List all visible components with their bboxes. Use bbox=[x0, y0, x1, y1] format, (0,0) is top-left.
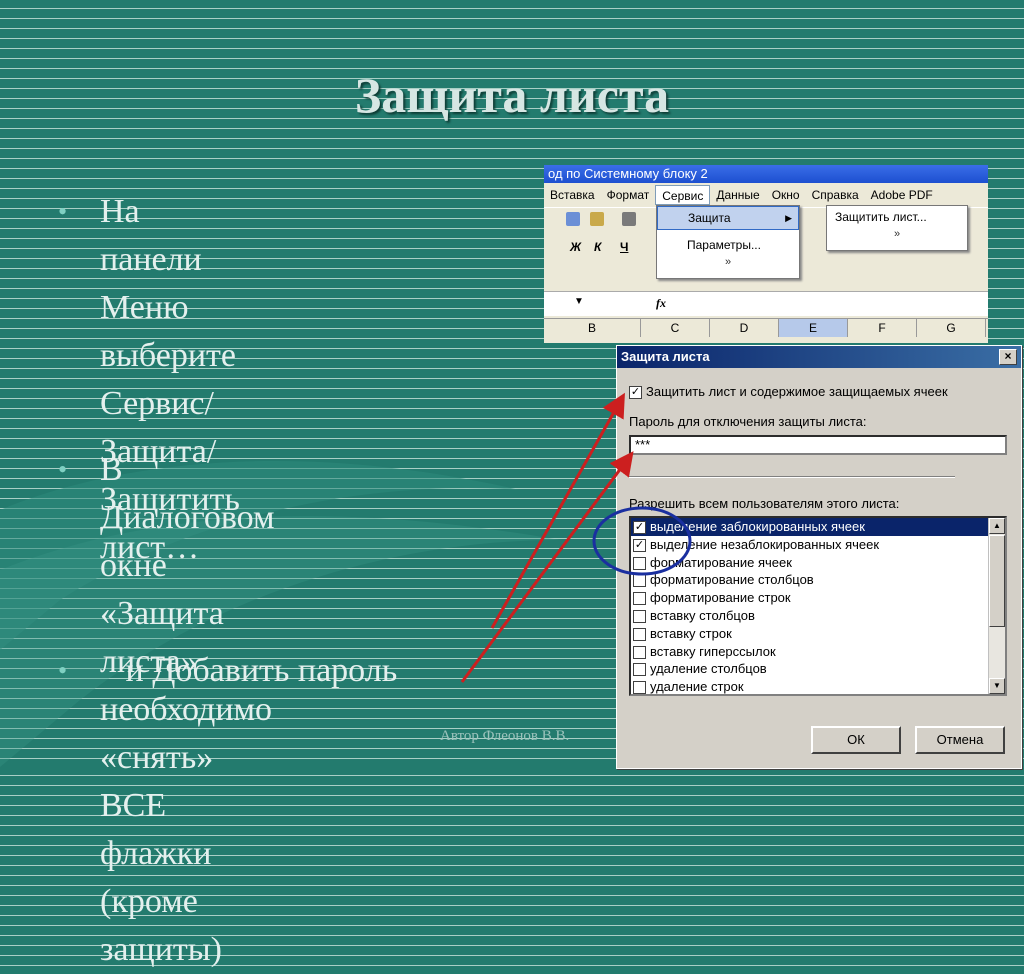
research-icon[interactable] bbox=[590, 212, 604, 226]
bullet-dot: • bbox=[58, 656, 68, 685]
permission-checkbox[interactable] bbox=[633, 681, 646, 694]
menu-item-options[interactable]: Параметры... bbox=[657, 234, 799, 256]
menu-item-protect-sheet[interactable]: Защитить лист... bbox=[827, 206, 967, 228]
protection-submenu: Защитить лист... » bbox=[826, 205, 968, 251]
excel-menu-screenshot: од по Системному блоку 2 Вставка Формат … bbox=[544, 165, 988, 343]
excel-window-title: од по Системному блоку 2 bbox=[544, 165, 988, 183]
name-box-dropdown-icon[interactable]: ▼ bbox=[574, 296, 584, 307]
slide-title: Защита листа bbox=[354, 67, 670, 123]
protect-sheet-dialog: Защита листа × ✓ Защитить лист и содержим… bbox=[616, 345, 1022, 769]
submenu-arrow-icon: ▶ bbox=[785, 213, 792, 223]
permission-label: вставку гиперссылок bbox=[650, 643, 776, 659]
permission-item[interactable]: вставку гиперссылок bbox=[631, 643, 1005, 661]
column-header-b[interactable]: B bbox=[544, 319, 641, 337]
menu-item-adobe-pdf[interactable]: Adobe PDF bbox=[865, 185, 939, 205]
permission-label: удаление столбцов bbox=[650, 661, 767, 677]
formula-bar: ▼ fx bbox=[544, 291, 988, 316]
protect-sheet-checkbox[interactable]: ✓ bbox=[629, 386, 642, 400]
scroll-up-icon[interactable]: ▲ bbox=[989, 518, 1005, 534]
permission-item[interactable]: форматирование ячеек bbox=[631, 554, 1005, 572]
divider bbox=[629, 476, 955, 478]
bullet-dot: • bbox=[58, 197, 68, 226]
permission-item[interactable]: удаление столбцов bbox=[631, 660, 1005, 678]
permission-label: форматирование ячеек bbox=[650, 554, 792, 570]
permission-label: выделение заблокированных ячеек bbox=[650, 519, 865, 534]
scroll-thumb[interactable] bbox=[989, 535, 1005, 627]
column-header-c[interactable]: C bbox=[641, 319, 710, 337]
bullet-text: и Добавить пароль bbox=[100, 652, 398, 689]
column-header-d[interactable]: D bbox=[710, 319, 779, 337]
permission-checkbox[interactable] bbox=[633, 627, 646, 641]
permissions-list[interactable]: ✓ выделение заблокированных ячеек ✓ выделен… bbox=[629, 516, 1007, 696]
permission-label: вставку строк bbox=[650, 625, 732, 641]
permission-item[interactable]: форматирование столбцов bbox=[631, 571, 1005, 589]
permission-checkbox[interactable]: ✓ bbox=[633, 521, 646, 535]
menu-item-insert[interactable]: Вставка bbox=[544, 185, 601, 205]
permission-item[interactable]: ✓ выделение незаблокированных ячеек bbox=[631, 536, 1005, 554]
spellcheck-icon[interactable] bbox=[566, 212, 580, 226]
permission-label: форматирование строк bbox=[650, 590, 791, 606]
protect-sheet-label: Защитить лист и содержимое защищаемых яч… bbox=[646, 384, 948, 399]
menu-item-format[interactable]: Формат bbox=[601, 185, 656, 205]
author-footer: Автор Флеонов В.В. bbox=[440, 728, 570, 744]
permission-checkbox[interactable]: ✓ bbox=[633, 538, 646, 552]
permission-checkbox[interactable] bbox=[633, 574, 646, 588]
cut-icon[interactable] bbox=[622, 212, 636, 226]
permission-checkbox[interactable] bbox=[633, 610, 646, 624]
password-input[interactable]: *** bbox=[629, 435, 1007, 455]
column-header-g[interactable]: G bbox=[917, 319, 986, 337]
permission-label: выделение незаблокированных ячеек bbox=[650, 536, 880, 552]
permission-item[interactable]: ✓ выделение заблокированных ячеек bbox=[631, 518, 1005, 536]
submenu-expand-icon[interactable]: » bbox=[827, 228, 967, 240]
italic-button[interactable]: К bbox=[594, 240, 601, 254]
permission-checkbox[interactable] bbox=[633, 663, 646, 677]
password-label: Пароль для отключения защиты листа: bbox=[629, 414, 867, 429]
permission-item[interactable]: вставку столбцов bbox=[631, 607, 1005, 625]
menu-item-help[interactable]: Справка bbox=[806, 185, 865, 205]
column-header-f[interactable]: F bbox=[848, 319, 917, 337]
menu-item-protection-label: Защита bbox=[688, 211, 731, 225]
permission-checkbox[interactable] bbox=[633, 645, 646, 659]
scroll-down-icon[interactable]: ▼ bbox=[989, 678, 1005, 694]
permission-label: вставку столбцов bbox=[650, 607, 755, 623]
column-headers: B C D E F G bbox=[544, 318, 988, 337]
menu-item-data[interactable]: Данные bbox=[710, 185, 765, 205]
tools-dropdown-menu: Защита ▶ Параметры... » bbox=[656, 205, 800, 279]
permissions-scrollbar[interactable]: ▲ ▼ bbox=[988, 518, 1005, 694]
menu-expand-icon[interactable]: » bbox=[657, 256, 799, 268]
dialog-title: Защита листа bbox=[617, 346, 1021, 368]
permission-checkbox[interactable] bbox=[633, 556, 646, 570]
background-swoosh bbox=[0, 461, 560, 767]
fx-icon[interactable]: fx bbox=[656, 296, 666, 311]
menu-item-tools[interactable]: Сервис bbox=[655, 185, 711, 205]
protect-sheet-option[interactable]: ✓ Защитить лист и содержимое защищаемых я… bbox=[629, 384, 948, 400]
allow-users-label: Разрешить всем пользователям этого листа… bbox=[629, 496, 900, 511]
permission-label: удаление строк bbox=[650, 679, 744, 695]
close-icon[interactable]: × bbox=[999, 349, 1017, 365]
menu-item-window[interactable]: Окно bbox=[766, 185, 806, 205]
bullet-text: В Диалоговом окне «Защита листа» необход… bbox=[100, 451, 275, 968]
excel-menu-bar: Вставка Формат Сервис Данные Окно Справк… bbox=[544, 185, 988, 205]
cancel-button[interactable]: Отмена bbox=[915, 726, 1005, 754]
permission-label: форматирование столбцов bbox=[650, 572, 814, 588]
bullet-dot: • bbox=[58, 455, 68, 484]
permission-item[interactable]: вставку строк bbox=[631, 625, 1005, 643]
underline-button[interactable]: Ч bbox=[620, 240, 628, 254]
menu-item-protection[interactable]: Защита ▶ bbox=[657, 206, 799, 230]
bold-button[interactable]: Ж bbox=[570, 240, 581, 254]
ok-button[interactable]: ОК bbox=[811, 726, 901, 754]
permission-item[interactable]: форматирование строк bbox=[631, 589, 1005, 607]
column-header-e[interactable]: E bbox=[779, 319, 848, 337]
permission-checkbox[interactable] bbox=[633, 592, 646, 606]
permission-item[interactable]: удаление строк bbox=[631, 678, 1005, 695]
